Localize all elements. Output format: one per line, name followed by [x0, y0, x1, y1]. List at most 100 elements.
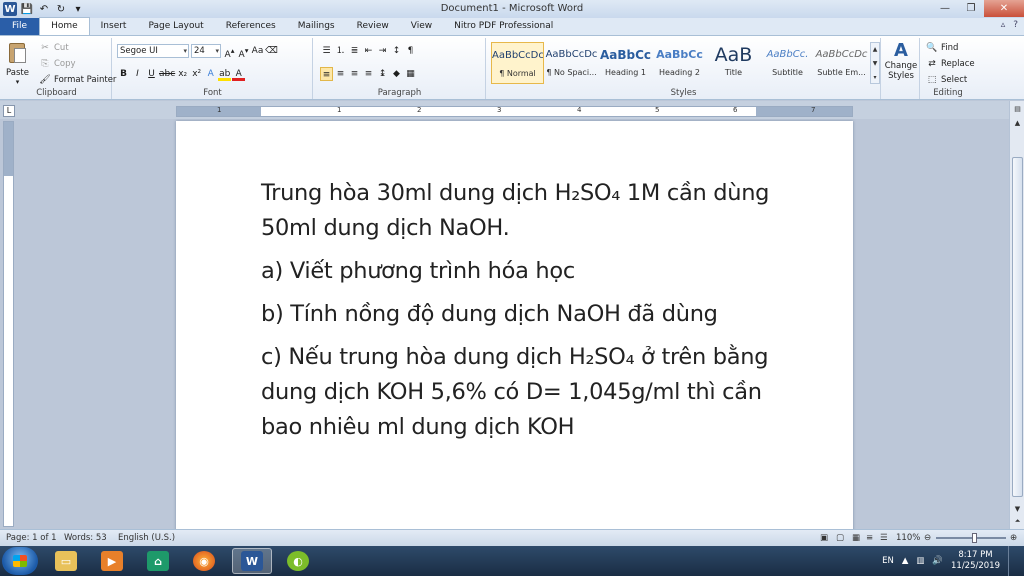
help-icon[interactable]: ?	[1013, 20, 1018, 30]
save-icon[interactable]: 💾	[20, 2, 34, 16]
maximize-icon[interactable]: ❐	[958, 0, 984, 17]
line-spacing-icon[interactable]: ↨	[376, 67, 389, 81]
taskbar-explorer[interactable]: ▭	[46, 548, 86, 574]
sort-icon[interactable]: ↕	[390, 44, 403, 58]
tab-file[interactable]: File	[0, 18, 40, 35]
view-ruler-icon[interactable]: ▤	[1011, 103, 1024, 115]
show-formatting-icon[interactable]: ¶	[404, 44, 417, 58]
tab-references[interactable]: References	[215, 18, 287, 35]
zoom-out-icon[interactable]: ⊖	[924, 533, 931, 543]
style-normal[interactable]: AaBbCcDc ¶ Normal	[491, 42, 544, 84]
zoom-level[interactable]: 110%	[896, 533, 920, 543]
change-styles-button[interactable]: A Change Styles	[884, 40, 918, 81]
minimize-ribbon-icon[interactable]: ▵	[1001, 20, 1006, 30]
paragraph-4[interactable]: c) Nếu trung hòa dung dịch H₂SO₄ ở trên …	[261, 340, 771, 445]
align-right-icon[interactable]: ≡	[348, 67, 361, 81]
tab-insert[interactable]: Insert	[90, 18, 138, 35]
subscript-icon[interactable]: x₂	[176, 67, 189, 81]
bullets-icon[interactable]: ☰	[320, 44, 333, 58]
clock[interactable]: 8:17 PM 11/25/2019	[951, 550, 1000, 572]
page-count[interactable]: Page: 1 of 1	[6, 533, 57, 543]
style-heading-2[interactable]: AaBbCc Heading 2	[653, 42, 706, 84]
taskbar-firefox[interactable]: ◉	[184, 548, 224, 574]
taskbar-app-lime[interactable]: ◐	[278, 548, 318, 574]
scroll-thumb[interactable]	[1012, 157, 1023, 497]
previous-page-icon[interactable]: ⏶	[1011, 515, 1024, 527]
web-layout-icon[interactable]: ▦	[852, 533, 860, 543]
format-painter-button[interactable]: 🖌 Format Painter	[38, 74, 116, 86]
customize-qat-icon[interactable]: ▾	[71, 2, 85, 16]
scroll-up-icon[interactable]: ▲	[1011, 117, 1024, 129]
language-status[interactable]: English (U.S.)	[118, 533, 175, 543]
full-screen-icon[interactable]: ▢	[836, 533, 844, 543]
style-subtitle[interactable]: AaBbCc. Subtitle	[761, 42, 814, 84]
redo-icon[interactable]: ↻	[54, 2, 68, 16]
shrink-font-icon[interactable]: A▾	[237, 44, 250, 60]
paste-button[interactable]: Paste ▾	[6, 40, 29, 86]
tab-page-layout[interactable]: Page Layout	[137, 18, 214, 35]
taskbar-word[interactable]: W	[232, 548, 272, 574]
draft-icon[interactable]: ☰	[880, 533, 888, 543]
minimize-icon[interactable]: —	[932, 0, 958, 17]
document-body[interactable]: Trung hòa 30ml dung dịch H₂SO₄ 1M cần dù…	[261, 176, 771, 453]
numbering-icon[interactable]: ⒈	[334, 44, 347, 58]
paragraph-2[interactable]: a) Viết phương trình hóa học	[261, 254, 771, 289]
align-center-icon[interactable]: ≡	[334, 67, 347, 81]
word-logo-icon[interactable]: W	[3, 2, 17, 16]
network-icon[interactable]: ▥	[916, 556, 924, 566]
tab-view[interactable]: View	[400, 18, 443, 35]
zoom-slider[interactable]	[936, 533, 1006, 543]
style-no-spacing[interactable]: AaBbCcDc ¶ No Spaci...	[545, 42, 598, 84]
text-effects-icon[interactable]: A	[204, 67, 217, 81]
zoom-slider-knob[interactable]	[972, 533, 977, 543]
start-button[interactable]	[2, 547, 38, 575]
undo-icon[interactable]: ↶	[37, 2, 51, 16]
zoom-in-icon[interactable]: ⊕	[1010, 533, 1017, 543]
tab-stop-selector[interactable]: L	[3, 105, 15, 117]
change-case-icon[interactable]: Aa	[251, 44, 264, 58]
tray-expand-icon[interactable]: ▲	[902, 556, 909, 566]
word-count[interactable]: Words: 53	[64, 533, 107, 543]
multilevel-list-icon[interactable]: ≣	[348, 44, 361, 58]
document-page[interactable]: Trung hòa 30ml dung dịch H₂SO₄ 1M cần dù…	[176, 121, 853, 529]
tab-review[interactable]: Review	[346, 18, 400, 35]
outline-icon[interactable]: ≡	[866, 533, 873, 543]
print-layout-icon[interactable]: ▣	[820, 533, 828, 543]
cut-button[interactable]: ✂ Cut	[38, 42, 68, 54]
clear-formatting-icon[interactable]: ⌫	[265, 44, 278, 58]
taskbar-app-green[interactable]: ⌂	[138, 548, 178, 574]
paragraph-3[interactable]: b) Tính nồng độ dung dịch NaOH đã dùng	[261, 297, 771, 332]
styles-gallery-scroll[interactable]: ▲ ▼ ▾	[870, 42, 880, 84]
scroll-down-icon[interactable]: ▼	[1011, 503, 1024, 515]
replace-button[interactable]: ⇄ Replace	[925, 58, 974, 70]
horizontal-ruler[interactable]: 1 1 2 3 4 5 6 7	[176, 106, 853, 117]
tab-home[interactable]: Home	[39, 17, 90, 35]
highlight-icon[interactable]: ab	[218, 67, 232, 81]
paragraph-1[interactable]: Trung hòa 30ml dung dịch H₂SO₄ 1M cần dù…	[261, 176, 771, 246]
borders-icon[interactable]: ▦	[404, 67, 417, 81]
underline-icon[interactable]: U	[145, 67, 158, 81]
justify-icon[interactable]: ≡	[362, 67, 375, 81]
strikethrough-icon[interactable]: abc	[159, 67, 175, 81]
volume-icon[interactable]: 🔊	[932, 556, 943, 566]
style-title[interactable]: AaB Title	[707, 42, 760, 84]
copy-button[interactable]: ⎘ Copy	[38, 58, 75, 70]
show-desktop-button[interactable]	[1008, 546, 1018, 576]
bold-icon[interactable]: B	[117, 67, 130, 81]
style-heading-1[interactable]: AaBbCc Heading 1	[599, 42, 652, 84]
italic-icon[interactable]: I	[131, 67, 144, 81]
select-button[interactable]: ⬚ Select	[925, 74, 968, 86]
tab-nitro-pdf[interactable]: Nitro PDF Professional	[443, 18, 564, 35]
font-family-combo[interactable]: Segoe UI ▾	[117, 44, 189, 58]
input-language[interactable]: EN	[882, 556, 894, 566]
shading-icon[interactable]: ◆	[390, 67, 403, 81]
vertical-ruler[interactable]	[3, 121, 14, 527]
grow-font-icon[interactable]: A▴	[223, 44, 236, 60]
align-left-icon[interactable]: ≡	[320, 67, 333, 81]
font-size-combo[interactable]: 24 ▾	[191, 44, 221, 58]
style-subtle-emphasis[interactable]: AaBbCcDc Subtle Em...	[815, 42, 868, 84]
superscript-icon[interactable]: x²	[190, 67, 203, 81]
increase-indent-icon[interactable]: ⇥	[376, 44, 389, 58]
find-button[interactable]: 🔍 Find	[925, 42, 958, 54]
tab-mailings[interactable]: Mailings	[287, 18, 346, 35]
